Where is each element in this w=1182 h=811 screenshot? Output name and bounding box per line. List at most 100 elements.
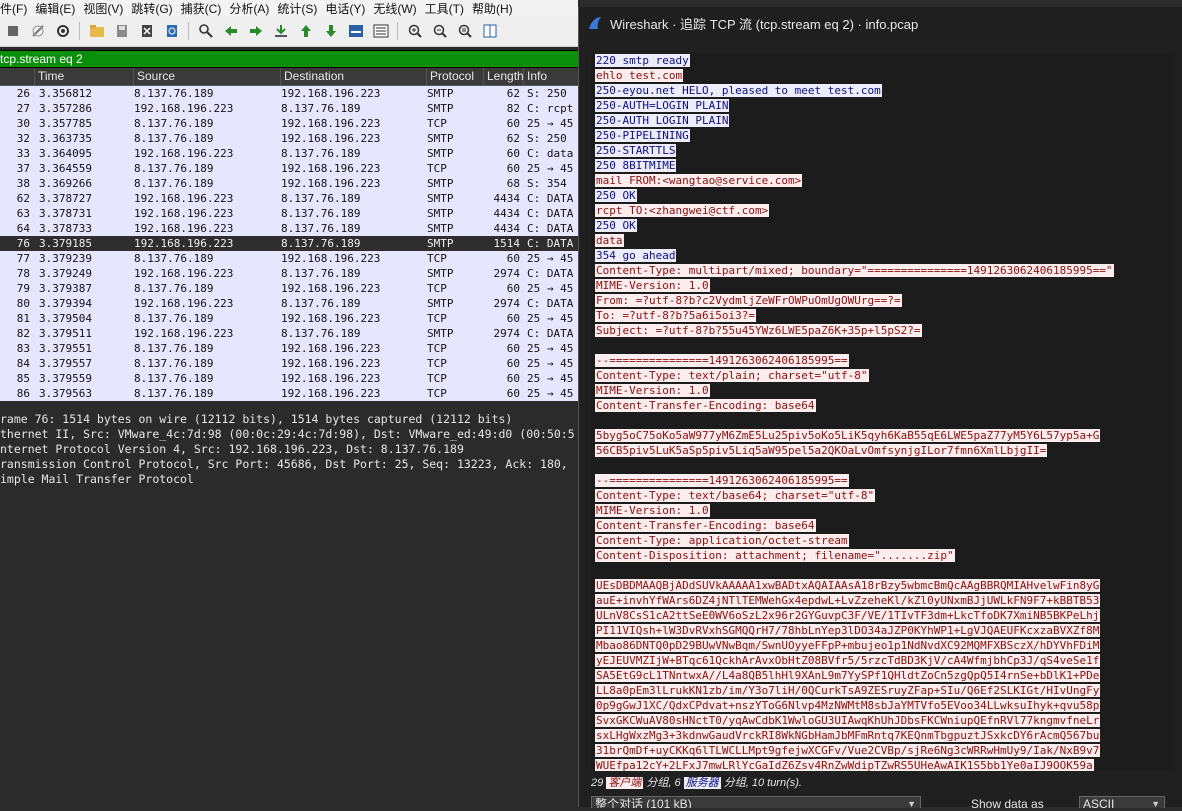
table-row[interactable]: 79 3.379387 8.137.76.189 192.168.196.223 TCP… <box>0 281 578 296</box>
menu-item[interactable]: 分析(A) <box>229 0 277 17</box>
capture-options-icon[interactable] <box>54 22 72 40</box>
stream-text: Mbao86DNTQ0pD29BUwVNwBqm/SwnUOyyeFFpP+mb… <box>595 639 1101 652</box>
packet-time: 3.379511 <box>39 327 92 340</box>
table-row[interactable]: 63 3.378731 192.168.196.223 8.137.76.189 SMT… <box>0 206 578 221</box>
table-row[interactable]: 81 3.379504 8.137.76.189 192.168.196.223 TCP… <box>0 311 578 326</box>
close-file-icon[interactable] <box>138 22 156 40</box>
menu-item[interactable]: 编辑(E) <box>35 0 83 17</box>
column-time[interactable]: Time <box>35 68 134 85</box>
column-length[interactable]: Length <box>484 68 524 85</box>
packet-info: 25 → 45 <box>527 282 574 295</box>
stream-text: To: =?utf-8?b?5a6i5oi3?= <box>595 309 756 322</box>
stream-text: ULnV8CsS1cA2ttSeE0WV6oSzL2x96r2GYGuvpC3F… <box>595 609 1101 622</box>
table-row[interactable]: 78 3.379249 192.168.196.223 8.137.76.189 SMT… <box>0 266 578 281</box>
show-data-select[interactable]: ASCII ▼ <box>1079 796 1165 808</box>
table-row[interactable]: 33 3.364095 192.168.196.223 8.137.76.189 SMT… <box>0 146 578 161</box>
detail-tree-item[interactable]: nternet Protocol Version 4, Src: 192.168… <box>0 442 578 457</box>
client-packet-count: 29 <box>591 777 604 789</box>
colorize-icon[interactable] <box>372 22 390 40</box>
column-info[interactable]: Info <box>524 68 578 85</box>
table-row[interactable]: 85 3.379559 8.137.76.189 192.168.196.223 TCP… <box>0 371 578 386</box>
zoom-in-icon[interactable] <box>406 22 424 40</box>
table-row-selected[interactable]: 76 3.379185 192.168.196.223 8.137.76.189 SMT… <box>0 236 578 251</box>
go-to-packet-icon[interactable] <box>272 22 290 40</box>
normal-size-icon[interactable] <box>456 22 474 40</box>
stream-text: rcpt TO:<zhangwei@ctf.com> <box>595 204 770 217</box>
menu-item[interactable]: 电话(Y) <box>325 0 373 17</box>
table-row[interactable]: 30 3.357785 8.137.76.189 192.168.196.223 TCP… <box>0 116 578 131</box>
client-line: Subject: =?utf-8?b?55u45YWz6LWE5paZ6K+35… <box>591 323 1173 338</box>
packet-protocol: TCP <box>427 387 447 400</box>
table-row[interactable]: 77 3.379239 8.137.76.189 192.168.196.223 TCP… <box>0 251 578 266</box>
packet-no: 26 <box>16 87 30 100</box>
go-back-icon[interactable] <box>222 22 240 40</box>
packet-time: 3.379551 <box>39 342 92 355</box>
menu-item[interactable]: 无线(W) <box>373 0 424 17</box>
detail-tree-item[interactable]: ransmission Control Protocol, Src Port: … <box>0 457 578 472</box>
packet-source: 192.168.196.223 <box>134 237 234 250</box>
menu-item[interactable]: 件(F) <box>0 0 35 17</box>
table-row[interactable]: 62 3.378727 192.168.196.223 8.137.76.189 SMT… <box>0 191 578 206</box>
table-row[interactable]: 37 3.364559 8.137.76.189 192.168.196.223 TCP… <box>0 161 578 176</box>
table-row[interactable]: 32 3.363735 8.137.76.189 192.168.196.223 SMT… <box>0 131 578 146</box>
packet-time: 3.357785 <box>39 117 92 130</box>
detail-tree-item[interactable]: rame 76: 1514 bytes on wire (12112 bits)… <box>0 412 578 427</box>
menu-item[interactable]: 视图(V) <box>83 0 131 17</box>
table-row[interactable]: 83 3.379551 8.137.76.189 192.168.196.223 TCP… <box>0 341 578 356</box>
menu-item[interactable]: 跳转(G) <box>131 0 180 17</box>
packet-protocol: SMTP <box>427 297 454 310</box>
last-packet-icon[interactable] <box>322 22 340 40</box>
column-no[interactable] <box>0 68 35 85</box>
packet-no: 82 <box>16 327 30 340</box>
packet-source: 8.137.76.189 <box>134 312 214 325</box>
reload-file-icon[interactable] <box>163 22 181 40</box>
detail-tree-item[interactable]: imple Mail Transfer Protocol <box>0 472 578 487</box>
packet-length: 68 <box>506 177 520 190</box>
open-file-icon[interactable] <box>88 22 106 40</box>
detail-tree-item[interactable]: thernet II, Src: VMware_4c:7d:98 (00:0c:… <box>0 427 578 442</box>
column-protocol[interactable]: Protocol <box>427 68 484 85</box>
table-row[interactable]: 27 3.357286 192.168.196.223 8.137.76.189 SMT… <box>0 101 578 116</box>
restart-capture-icon[interactable] <box>29 22 47 40</box>
table-row[interactable]: 86 3.379563 8.137.76.189 192.168.196.223 TCP… <box>0 386 578 401</box>
menu-item[interactable]: 捕获(C) <box>181 0 230 17</box>
packet-source: 8.137.76.189 <box>134 132 214 145</box>
zoom-out-icon[interactable] <box>431 22 449 40</box>
table-row[interactable]: 80 3.379394 192.168.196.223 8.137.76.189 SMT… <box>0 296 578 311</box>
save-file-icon[interactable] <box>113 22 131 40</box>
column-destination[interactable]: Destination <box>281 68 427 85</box>
find-packet-icon[interactable] <box>197 22 215 40</box>
menu-bar: 件(F) 编辑(E) 视图(V) 跳转(G) 捕获(C) 分析(A) 统计(S) 电话(Y) 无… <box>0 0 578 16</box>
stream-content[interactable]: 220 smtp ready ehlo test.com 250-eyou.net … <box>591 53 1173 771</box>
client-line: Content-Type: text/plain; charset="utf-8… <box>591 368 1173 383</box>
resize-columns-icon[interactable] <box>481 22 499 40</box>
column-source[interactable]: Source <box>134 68 281 85</box>
packet-destination: 192.168.196.223 <box>281 372 381 385</box>
table-row[interactable]: 26 3.356812 8.137.76.189 192.168.196.223 SMT… <box>0 86 578 101</box>
menu-item[interactable]: 统计(S) <box>277 0 325 17</box>
menu-item[interactable]: 帮助(H) <box>472 0 521 17</box>
client-line: Content-Type: text/base64; charset="utf-… <box>591 488 1173 503</box>
go-forward-icon[interactable] <box>247 22 265 40</box>
packet-time: 3.378733 <box>39 222 92 235</box>
packet-time: 3.363735 <box>39 132 92 145</box>
stream-text: 5byg5oC75oKo5aW977yM6ZmE5Lu25piv5oKo5LiK… <box>595 429 1101 442</box>
packet-length: 4434 <box>493 207 521 220</box>
auto-scroll-icon[interactable] <box>347 22 365 40</box>
client-line: sxLHgWxzMg3+3kdnwGaudVrckRI8WkNGbHamJbMF… <box>591 728 1173 743</box>
packet-info: C: DATA <box>527 297 574 310</box>
menu-item[interactable]: 工具(T) <box>425 0 472 17</box>
table-row[interactable]: 64 3.378733 192.168.196.223 8.137.76.189 SMT… <box>0 221 578 236</box>
display-filter-input[interactable]: tcp.stream eq 2 <box>0 52 83 66</box>
table-row[interactable]: 82 3.379511 192.168.196.223 8.137.76.189 SMT… <box>0 326 578 341</box>
display-filter-bar[interactable]: tcp.stream eq 2 <box>0 50 578 68</box>
first-packet-icon[interactable] <box>297 22 315 40</box>
packet-info: 25 → 45 <box>527 372 574 385</box>
stream-text: 250-eyou.net HELO, pleased to meet test.… <box>595 84 882 97</box>
table-row[interactable]: 84 3.379557 8.137.76.189 192.168.196.223 TCP… <box>0 356 578 371</box>
conversation-select[interactable]: 整个对话 (101 kB) ▼ <box>591 796 921 808</box>
stop-capture-icon[interactable] <box>4 22 22 40</box>
table-row[interactable]: 38 3.369266 8.137.76.189 192.168.196.223 SMT… <box>0 176 578 191</box>
stream-text: LL8a0pEm3lLrukKN1zb/im/Y3o7liH/0QCurkTsA… <box>595 684 1101 697</box>
